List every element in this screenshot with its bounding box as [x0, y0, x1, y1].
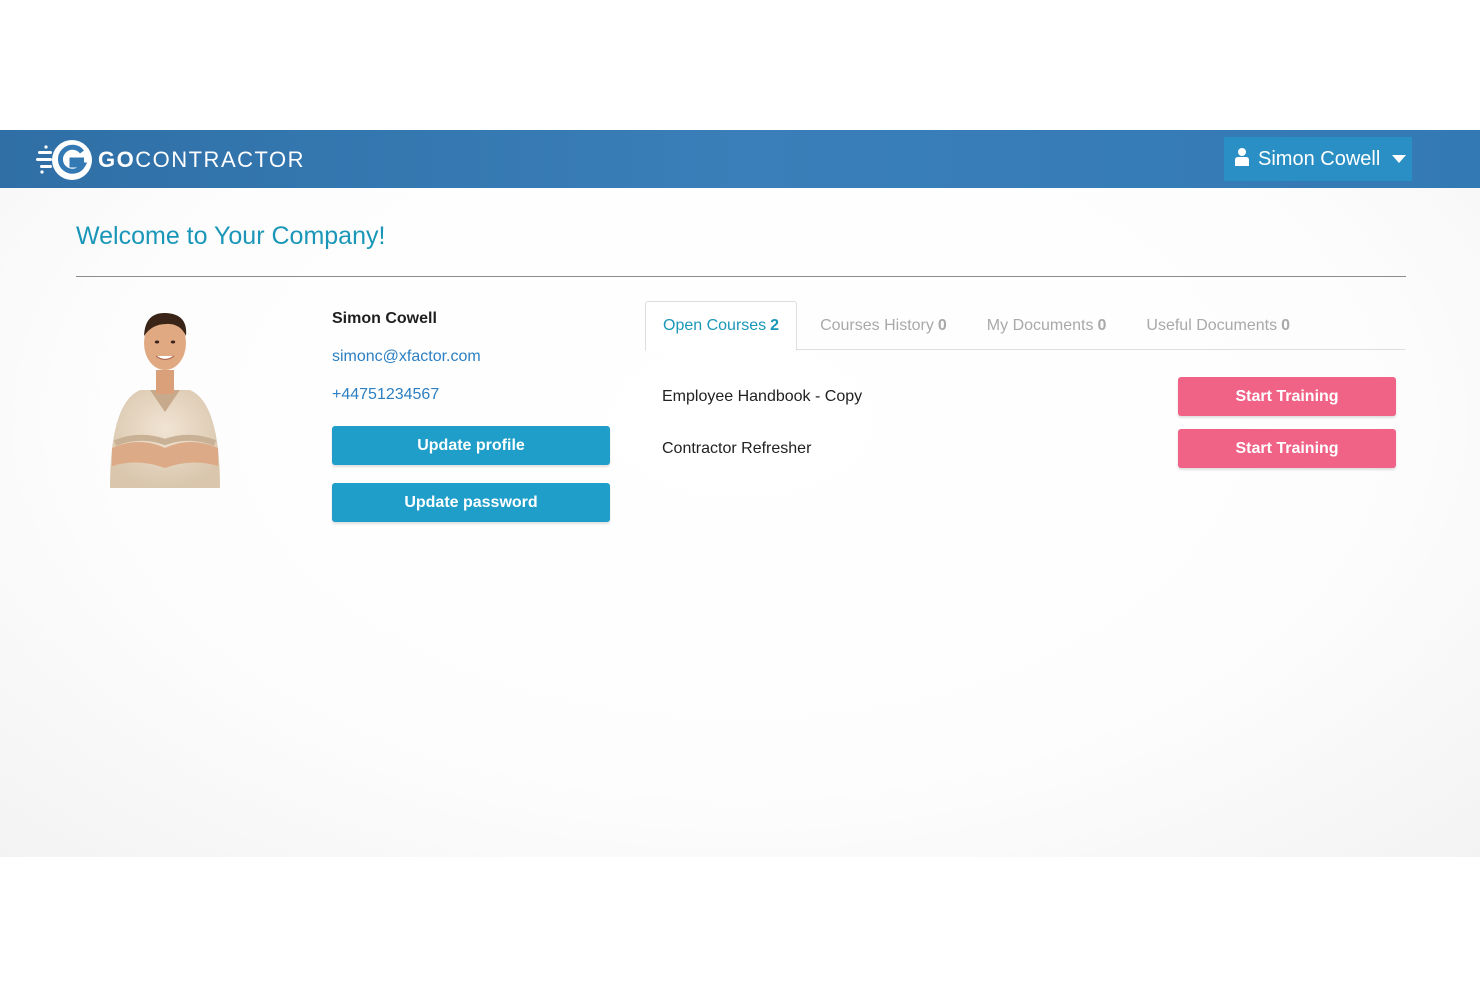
top-navbar: GOCONTRACTOR Simon Cowell: [0, 130, 1480, 188]
caret-down-icon: [1392, 150, 1407, 168]
user-icon: [1234, 147, 1250, 172]
tab-useful-documents[interactable]: Useful Documents 0: [1129, 301, 1307, 350]
start-training-button[interactable]: Start Training: [1178, 377, 1396, 416]
logo-contractor: CONTRACTOR: [135, 147, 306, 172]
profile-email-link[interactable]: simonc@xfactor.com: [332, 348, 612, 370]
tab-count: 0: [1281, 316, 1291, 334]
course-name: Employee Handbook - Copy: [662, 387, 863, 405]
profile-details: Simon Cowell simonc@xfactor.com +4475123…: [332, 310, 612, 408]
profile-phone-link[interactable]: +44751234567: [332, 386, 612, 408]
logo-go: GO: [98, 147, 136, 172]
tab-count: 2: [770, 317, 780, 334]
update-profile-button[interactable]: Update profile: [332, 426, 610, 465]
update-password-button[interactable]: Update password: [332, 483, 610, 522]
tab-count: 0: [937, 316, 947, 334]
app-frame: GOCONTRACTOR Simon Cowell Welcome to You…: [0, 130, 1480, 857]
tab-label: Open Courses: [663, 317, 767, 334]
tab-count: 0: [1097, 316, 1107, 334]
tab-label: Courses History: [820, 316, 934, 334]
logo-wordmark: GOCONTRACTOR: [98, 147, 305, 173]
profile-name: Simon Cowell: [332, 310, 437, 327]
tab-my-documents[interactable]: My Documents 0: [970, 301, 1124, 350]
user-menu-name: Simon Cowell: [1258, 147, 1381, 170]
course-row: Employee Handbook - Copy Start Training: [662, 377, 1396, 416]
start-training-button[interactable]: Start Training: [1178, 429, 1396, 468]
page-title: Welcome to Your Company!: [76, 222, 386, 250]
title-divider: [76, 276, 1406, 277]
tab-courses-history[interactable]: Courses History 0: [803, 301, 964, 350]
avatar: [100, 308, 230, 490]
tab-label: Useful Documents: [1146, 316, 1278, 334]
course-tabs: Open Courses 2 Courses History 0 My Docu…: [645, 301, 1405, 351]
course-name: Contractor Refresher: [662, 439, 812, 457]
g-speed-logo-icon: [36, 138, 96, 182]
tab-label: My Documents: [986, 316, 1094, 334]
tab-open-courses[interactable]: Open Courses 2: [645, 301, 798, 351]
course-row: Contractor Refresher Start Training: [662, 429, 1396, 468]
user-menu-dropdown[interactable]: Simon Cowell: [1224, 137, 1412, 181]
gocontractor-logo[interactable]: GOCONTRACTOR: [36, 138, 305, 182]
